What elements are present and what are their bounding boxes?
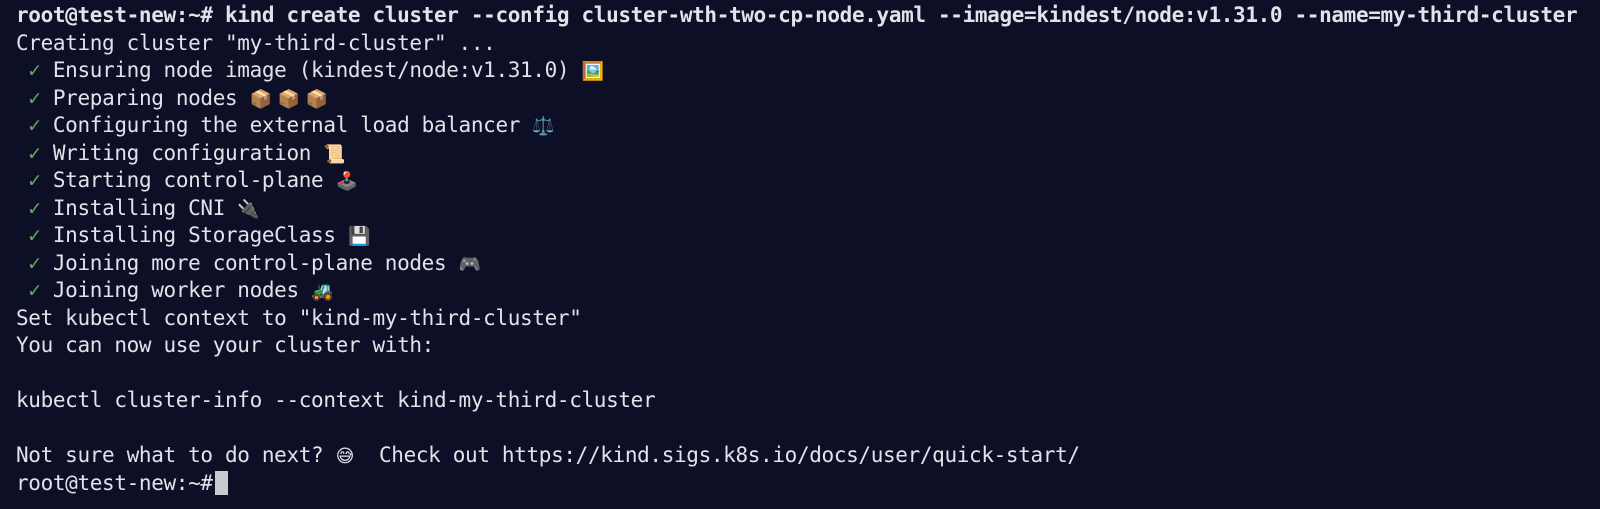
line-text: Ensuring node image (kindest/node:v1.31.… [52,58,582,82]
checkmark-icon: ✓ [16,195,53,220]
line-text: Set kubectl context to "kind-my-third-cl… [16,305,582,330]
grinning-face-with-sweat-emoji: 😅 [335,446,355,467]
line-text: kubectl cluster-info --context kind-my-t… [16,388,656,412]
checkmark-icon: ✓ [16,140,53,165]
checkmark-icon: ✓ [16,223,53,247]
checkmark-icon: ✓ [16,58,53,82]
checkmark-icon: ✓ [16,168,53,192]
line-text: Creating cluster "my-third-cluster" ... [16,30,496,55]
terminal-output: Creating cluster "my-third-cluster" ... … [16,30,1600,470]
line-text: Installing StorageClass [52,223,348,247]
electric-plug-emoji: 🔌 [237,198,260,220]
checkmark-icon: ✓ [16,85,53,110]
terminal-line-ensuring-node-image: ✓ Ensuring node image (kindest/node:v1.3… [16,57,1600,85]
checkmark-icon: ✓ [16,250,53,275]
terminal-line-installing-cni: ✓ Installing CNI 🔌 [16,195,1600,223]
balance-scale-emoji: ⚖️ [532,116,555,137]
checkmark-icon: ✓ [16,113,53,137]
prompt-text: root@test-new:~# [16,3,213,27]
video-game-emoji: 🎮 [458,253,481,275]
terminal-line-preparing-nodes: ✓ Preparing nodes 📦 📦 📦 [16,85,1600,113]
line-text: Starting control-plane [52,168,336,192]
line-text: Preparing nodes [52,85,250,110]
terminal-line-blank-1 [16,360,1600,388]
joystick-emoji: 🕹️ [335,171,359,192]
line-text: Installing CNI [52,195,238,220]
terminal-line-blank-2 [16,415,1600,443]
terminal-line-joining-worker-nodes: ✓ Joining worker nodes 🚜 [16,277,1600,305]
line-text: You can now use your cluster with: [16,333,434,357]
framed-picture-emoji: 🖼️ [581,61,604,82]
terminal-line-you-can-now-use: You can now use your cluster with: [16,332,1600,360]
package-emoji: 📦 📦 📦 [249,88,334,110]
line-text: Joining more control-plane nodes [52,250,459,275]
terminal-line-creating: Creating cluster "my-third-cluster" ... [16,30,1600,58]
text-cursor [214,470,228,495]
line-text: Joining worker nodes [52,278,312,302]
line-text: Not sure what to do next? [16,443,336,467]
terminal-line-configuring-load-balancer: ✓ Configuring the external load balancer… [16,112,1600,140]
final-prompt-text: root@test-new:~# [16,470,213,495]
floppy-disk-emoji: 💾 [347,226,371,247]
terminal-line-writing-configuration: ✓ Writing configuration 📜 [16,140,1600,168]
terminal-line-joining-control-plane-nodes: ✓ Joining more control-plane nodes 🎮 [16,250,1600,278]
terminal-line-kubectl-cluster-info: kubectl cluster-info --context kind-my-t… [16,387,1600,415]
terminal-line-not-sure-what-to-do: Not sure what to do next? 😅 Check out ht… [16,442,1600,470]
terminal-line-starting-control-plane: ✓ Starting control-plane 🕹️ [16,167,1600,195]
terminal-window[interactable]: root@test-new:~# kind create cluster --c… [0,0,1600,509]
line-text: Configuring the external load balancer [52,113,533,137]
command-text: kind create cluster --config cluster-wth… [212,3,1578,27]
line-text: Writing configuration [52,140,324,165]
scroll-emoji: 📜 [323,143,346,165]
checkmark-icon: ✓ [16,278,53,302]
tractor-emoji: 🚜 [311,281,334,302]
terminal-line-set-context: Set kubectl context to "kind-my-third-cl… [16,305,1600,333]
line-text-after: Check out https://kind.sigs.k8s.io/docs/… [354,443,1080,467]
command-line-prompt: root@test-new:~# kind create cluster --c… [16,2,1600,30]
terminal-line-installing-storageclass: ✓ Installing StorageClass 💾 [16,222,1600,250]
final-prompt-line[interactable]: root@test-new:~# [16,470,1600,498]
